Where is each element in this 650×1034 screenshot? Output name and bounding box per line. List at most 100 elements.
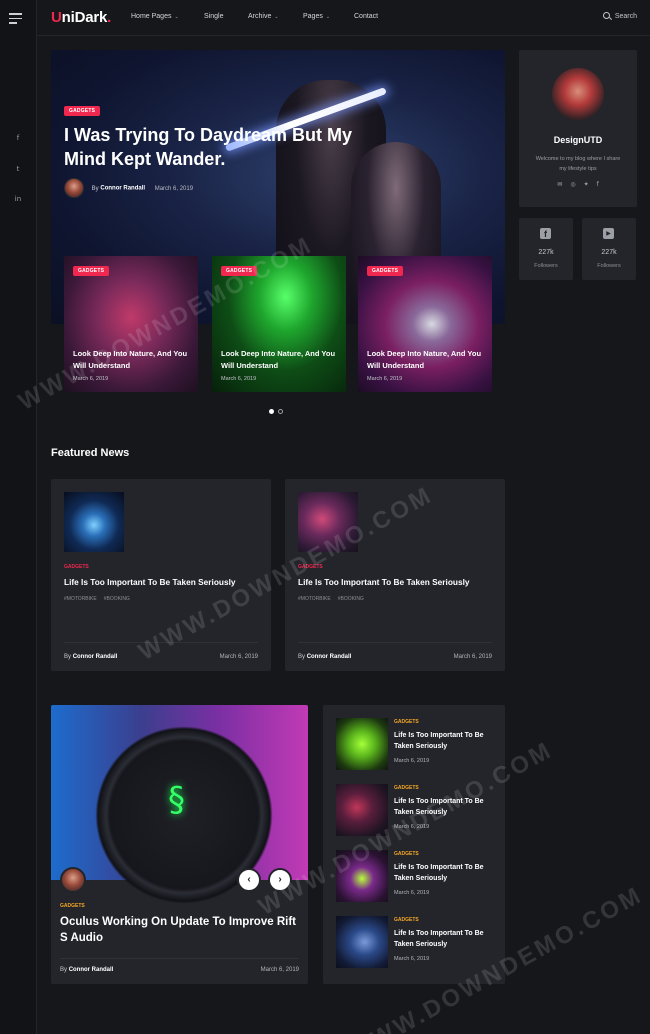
profile-name[interactable]: DesignUTD [519, 135, 637, 145]
facebook-followers[interactable]: f 227k Followers [519, 218, 573, 280]
featured-card[interactable]: GADGETS Life Is Too Important To Be Take… [51, 479, 271, 671]
post-author: By Connor Randall [60, 967, 114, 973]
post-thumbnail[interactable] [336, 784, 388, 836]
list-item[interactable]: GADGETS Life Is Too Important To Be Take… [336, 784, 501, 838]
post-date: March 6, 2019 [394, 824, 430, 830]
post-category[interactable]: GADGETS [394, 719, 419, 725]
follower-count: 227k [601, 249, 617, 256]
author-avatar[interactable] [64, 178, 84, 198]
post-title[interactable]: Life Is Too Important To Be Taken Seriou… [394, 862, 494, 884]
post-title[interactable]: Life Is Too Important To Be Taken Seriou… [394, 796, 494, 818]
youtube-followers[interactable]: ▶ 227k Followers [582, 218, 636, 280]
email-icon[interactable]: ✉ [557, 181, 562, 188]
chevron-down-icon: ⌄ [174, 14, 179, 20]
section-title: Featured News [51, 447, 130, 459]
post-category[interactable]: GADGETS [64, 564, 89, 570]
tag[interactable]: #BOOKING [104, 596, 130, 602]
card-title[interactable]: Look Deep Into Nature, And You Will Unde… [73, 348, 193, 372]
prev-arrow-button[interactable]: ‹ [237, 868, 261, 892]
big-post-card[interactable]: § ‹ › GADGETS Oculus Working On Update T… [51, 705, 308, 984]
post-date: March 6, 2019 [154, 185, 194, 192]
slider-card[interactable]: GADGETS Look Deep Into Nature, And You W… [64, 256, 198, 392]
slider-card[interactable]: GADGETS Look Deep Into Nature, And You W… [358, 256, 492, 392]
post-thumbnail[interactable] [336, 718, 388, 770]
post-thumbnail[interactable] [298, 492, 358, 552]
post-thumbnail[interactable] [336, 850, 388, 902]
post-date: March 6, 2019 [453, 654, 492, 660]
follower-label: Followers [534, 263, 558, 269]
card-title[interactable]: Look Deep Into Nature, And You Will Unde… [221, 348, 341, 372]
author-name[interactable]: Connor Randall [73, 654, 118, 660]
site-logo[interactable]: UniDark. [51, 9, 111, 26]
hero-category-badge[interactable]: GADGETS [64, 106, 101, 116]
hamburger-menu-icon[interactable] [9, 13, 22, 27]
author-avatar[interactable] [60, 867, 86, 893]
post-title[interactable]: Life Is Too Important To Be Taken Seriou… [394, 928, 494, 950]
post-thumbnail[interactable] [64, 492, 124, 552]
by-label: By [91, 185, 99, 192]
hero-meta: By Connor Randall March 6, 2019 [64, 178, 193, 198]
post-tags: #MOTORBIKE #BOOKING [64, 596, 137, 602]
list-item[interactable]: GADGETS Life Is Too Important To Be Take… [336, 850, 501, 904]
nav-home-pages[interactable]: Home Pages ⌄ [131, 13, 179, 20]
post-date: March 6, 2019 [260, 967, 299, 973]
post-date: March 6, 2019 [394, 890, 430, 896]
nav-contact[interactable]: Contact [354, 13, 378, 20]
facebook-icon: f [540, 228, 551, 239]
slider-dot-active[interactable] [269, 409, 274, 415]
card-date: March 6, 2019 [367, 376, 403, 382]
slider-card[interactable]: GADGETS Look Deep Into Nature, And You W… [212, 256, 346, 392]
author-name[interactable]: Connor Randall [69, 967, 114, 973]
divider [64, 642, 258, 643]
search-button[interactable]: Search [602, 12, 637, 20]
chevron-down-icon: ⌄ [325, 14, 331, 20]
twitter-icon[interactable]: ✦ [584, 181, 589, 188]
featured-card[interactable]: GADGETS Life Is Too Important To Be Take… [285, 479, 505, 671]
post-date: March 6, 2019 [394, 956, 430, 962]
card-category-badge[interactable]: GADGETS [221, 266, 258, 276]
card-title[interactable]: Look Deep Into Nature, And You Will Unde… [367, 348, 487, 372]
chevron-down-icon: ⌄ [274, 14, 279, 20]
nav-single[interactable]: Single [204, 13, 223, 20]
post-thumbnail[interactable] [336, 916, 388, 968]
post-title[interactable]: Oculus Working On Update To Improve Rift… [60, 914, 305, 946]
slider-dot[interactable] [278, 409, 283, 415]
post-category[interactable]: GADGETS [394, 851, 419, 857]
post-category[interactable]: GADGETS [394, 785, 419, 791]
linkedin-icon[interactable]: in [13, 195, 23, 203]
left-rail: f t in [0, 0, 37, 1034]
profile-avatar[interactable] [552, 68, 604, 120]
facebook-icon[interactable]: f [13, 134, 23, 142]
dribbble-icon[interactable]: ◎ [570, 181, 575, 188]
post-title[interactable]: Life Is Too Important To Be Taken Seriou… [394, 730, 494, 752]
tag[interactable]: #BOOKING [338, 596, 364, 602]
follower-label: Followers [597, 263, 621, 269]
tag[interactable]: #MOTORBIKE [64, 596, 97, 602]
razer-logo-icon: § [168, 780, 185, 820]
author-name[interactable]: Connor Randall [100, 186, 145, 192]
profile-bio: Welcome to my blog where I share my life… [535, 156, 621, 172]
list-item[interactable]: GADGETS Life Is Too Important To Be Take… [336, 916, 501, 970]
tag[interactable]: #MOTORBIKE [298, 596, 331, 602]
post-category[interactable]: GADGETS [298, 564, 323, 570]
card-category-badge[interactable]: GADGETS [73, 266, 110, 276]
list-item[interactable]: GADGETS Life Is Too Important To Be Take… [336, 718, 501, 772]
author-name[interactable]: Connor Randall [307, 654, 352, 660]
side-post-list: GADGETS Life Is Too Important To Be Take… [323, 705, 505, 984]
post-category[interactable]: GADGETS [60, 903, 85, 909]
post-author: By Connor Randall [298, 654, 352, 660]
twitter-icon[interactable]: t [13, 165, 23, 173]
post-title[interactable]: Life Is Too Important To Be Taken Seriou… [298, 577, 470, 587]
divider [60, 958, 299, 959]
youtube-icon: ▶ [603, 228, 614, 239]
post-title[interactable]: Life Is Too Important To Be Taken Seriou… [64, 577, 236, 587]
post-category[interactable]: GADGETS [394, 917, 419, 923]
hero-title[interactable]: I Was Trying To Daydream But My Mind Kep… [64, 123, 354, 171]
card-date: March 6, 2019 [221, 376, 257, 382]
next-arrow-button[interactable]: › [268, 868, 292, 892]
card-category-badge[interactable]: GADGETS [367, 266, 404, 276]
nav-pages[interactable]: Pages ⌄ [303, 13, 330, 20]
facebook-icon[interactable]: f [597, 181, 599, 188]
search-icon [602, 12, 610, 19]
nav-archive[interactable]: Archive ⌄ [248, 13, 279, 20]
